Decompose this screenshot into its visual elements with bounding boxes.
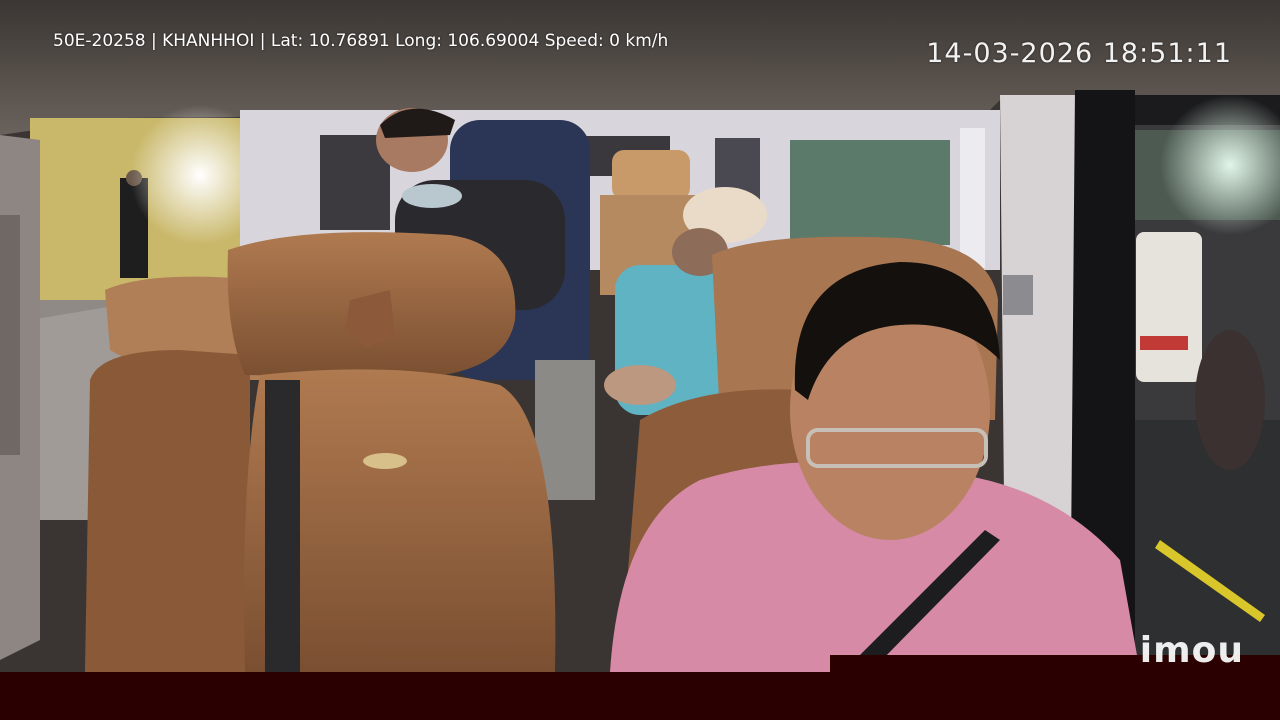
seat-badge — [363, 453, 407, 469]
van-interior-scene — [0, 0, 1280, 672]
front-passenger-seat — [85, 232, 556, 672]
osd-timestamp: 14-03-2026 18:51:11 — [926, 38, 1232, 69]
imou-logo: imou — [1139, 630, 1244, 671]
street-vehicle — [1136, 232, 1202, 382]
rear-headrest — [612, 150, 690, 200]
dashcam-frame: 50E-20258 | KHANHHOI | Lat: 10.76891 Lon… — [0, 0, 1280, 720]
osd-info-line: 50E-20258 | KHANHHOI | Lat: 10.76891 Lon… — [53, 31, 669, 51]
side-window — [790, 140, 950, 245]
bottom-bar — [0, 672, 1280, 720]
scene-illustration — [0, 0, 1280, 672]
